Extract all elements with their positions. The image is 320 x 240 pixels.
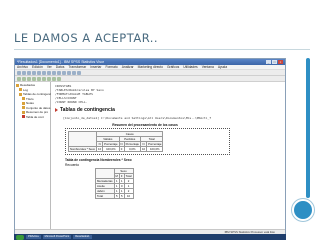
slide-accent-bar (306, 58, 310, 198)
taskbar-item[interactable]: Microsoft PowerPoint (42, 234, 72, 240)
outline-node-icon (22, 110, 25, 114)
contingency-caption: Recuento (65, 163, 80, 167)
taskbar-item[interactable]: PRActica (26, 234, 41, 240)
summary-cell: 100,0% (146, 146, 164, 152)
outline-item-label: Tabla de cont (26, 114, 44, 119)
taskbar-item[interactable]: Resultados1 (73, 234, 92, 240)
outline-item[interactable]: Tabla de cont (16, 115, 49, 120)
summary-subheader: Porcentaje (102, 141, 120, 147)
close-button[interactable]: × (278, 60, 283, 64)
outline-node-icon (19, 92, 22, 96)
recall-icon[interactable] (42, 71, 46, 75)
menu-ayuda[interactable]: Ayuda (218, 65, 227, 69)
hide-icon[interactable] (42, 77, 46, 81)
viewer-body: Resultados Log Tablas de contingencia Títul… (15, 82, 285, 229)
minimize-button[interactable]: _ (266, 60, 271, 64)
contingency-cell: 10 (123, 193, 134, 199)
spss-viewer-window: *Resultados1 [Documento1] - IBM SPSS Sta… (14, 58, 286, 235)
demote-icon[interactable] (22, 77, 26, 81)
redo-icon[interactable] (52, 71, 56, 75)
syntax-line: /COUNT ROUND CELL. (55, 100, 88, 104)
insert-heading-icon[interactable] (47, 77, 51, 81)
summary-table-title: Resumen del procesamiento de los casos (112, 123, 178, 127)
outline-item-label: Conjunto de datos (26, 105, 51, 110)
outline-pane[interactable]: Resultados Log Tablas de contingencia Títul… (15, 82, 54, 229)
collapse-icon[interactable] (32, 77, 36, 81)
insert-text-icon[interactable] (57, 77, 61, 81)
outline-node-icon (19, 88, 22, 92)
print-icon[interactable] (27, 71, 31, 75)
outline-item-label: Tablas de contingencia (23, 92, 54, 97)
outline-node-icon (16, 83, 19, 87)
menu-ver[interactable]: Ver (47, 65, 52, 69)
outline-node-icon (22, 97, 25, 101)
expand-icon[interactable] (27, 77, 31, 81)
menu-graficos[interactable]: Gráficos (167, 65, 179, 69)
outline-item-label: Resumen de pro (26, 110, 49, 115)
outline-item-label: Log (23, 87, 29, 92)
syntax-log: CROSSTABS /TABLES=Nombreroles BY Sexo /F… (55, 84, 281, 104)
menu-datos[interactable]: Datos (56, 65, 65, 69)
outline-node-icon (22, 101, 25, 105)
menu-ventana[interactable]: Ventana (202, 65, 214, 69)
open-icon[interactable] (17, 71, 21, 75)
contingency-col-header: Total (123, 173, 134, 179)
title-divider (14, 49, 310, 50)
contingency-row-label: Total (95, 193, 115, 199)
export-icon[interactable] (37, 71, 41, 75)
contingency-table[interactable]: Sexo M F Total Mercaderías 1 1 2 Aceite … (95, 168, 134, 199)
window-title: *Resultados1 [Documento1] - IBM SPSS Sta… (17, 60, 105, 64)
goto-case-icon[interactable] (62, 71, 66, 75)
menu-marketing[interactable]: Marketing directo (138, 65, 163, 69)
save-icon[interactable] (22, 71, 26, 75)
taskbar: PRActica Microsoft PowerPoint Resultados… (14, 234, 286, 240)
section-heading[interactable]: Tablas de contingencia (55, 107, 281, 113)
summary-corner (67, 131, 98, 147)
maximize-button[interactable]: □ (272, 60, 277, 64)
start-button[interactable] (16, 234, 24, 240)
summary-cell: 0,0% (123, 146, 141, 152)
table-row: Nombreroles * Sexo 10 100,0% 0 0,0% 10 1… (67, 146, 164, 152)
summary-row-label: Nombreroles * Sexo (67, 146, 98, 152)
table-row: Total 5 5 10 (95, 193, 134, 199)
dataset-line: [Conjunto_de_datos1] C:\Documents and Se… (63, 116, 212, 120)
summary-table: Casos Válidos Perdidos Total N Porcentaj… (67, 131, 164, 152)
summary-cell: 100,0% (102, 146, 120, 152)
section-title: Tablas de contingencia (60, 107, 115, 113)
contingency-table-title: Tabla de contingencia Nombreroles * Sexo (65, 158, 132, 162)
selection-arrow-icon (55, 108, 58, 112)
summary-subheader: Porcentaje (146, 141, 164, 147)
outline-node-icon (22, 106, 25, 110)
outline-item-label: Notas (26, 101, 34, 106)
menu-formato[interactable]: Formato (105, 65, 117, 69)
select-icon[interactable] (77, 71, 81, 75)
preview-icon[interactable] (32, 71, 36, 75)
promote-icon[interactable] (17, 77, 21, 81)
goto-data-icon[interactable] (57, 71, 61, 75)
menu-insertar[interactable]: Insertar (90, 65, 101, 69)
menu-edicion[interactable]: Edición (32, 65, 43, 69)
outline-item-label: Título (26, 96, 34, 101)
menu-archivo[interactable]: Archivo (17, 65, 28, 69)
chart-icon[interactable] (72, 71, 76, 75)
menu-transformar[interactable]: Transformar (68, 65, 86, 69)
show-icon[interactable] (37, 77, 41, 81)
output-pane[interactable]: CROSSTABS /TABLES=Nombreroles BY Sexo /F… (51, 82, 285, 229)
menu-utilidades[interactable]: Utilidades (183, 65, 197, 69)
contingency-row-label: Mercaderías (95, 178, 115, 184)
outline-node-icon (22, 115, 25, 119)
menu-analizar[interactable]: Analizar (122, 65, 134, 69)
summary-subheader: Porcentaje (123, 141, 141, 147)
slide-circle-icon (292, 199, 314, 221)
contingency-corner (95, 168, 115, 179)
insert-title-icon[interactable] (52, 77, 56, 81)
variables-icon[interactable] (67, 71, 71, 75)
summary-table-frame[interactable]: Casos Válidos Perdidos Total N Porcentaj… (65, 128, 230, 155)
outline-item-label: Resultados (20, 83, 36, 88)
slide-title: LE DAMOS A ACEPTAR.. (14, 31, 159, 45)
undo-icon[interactable] (47, 71, 51, 75)
